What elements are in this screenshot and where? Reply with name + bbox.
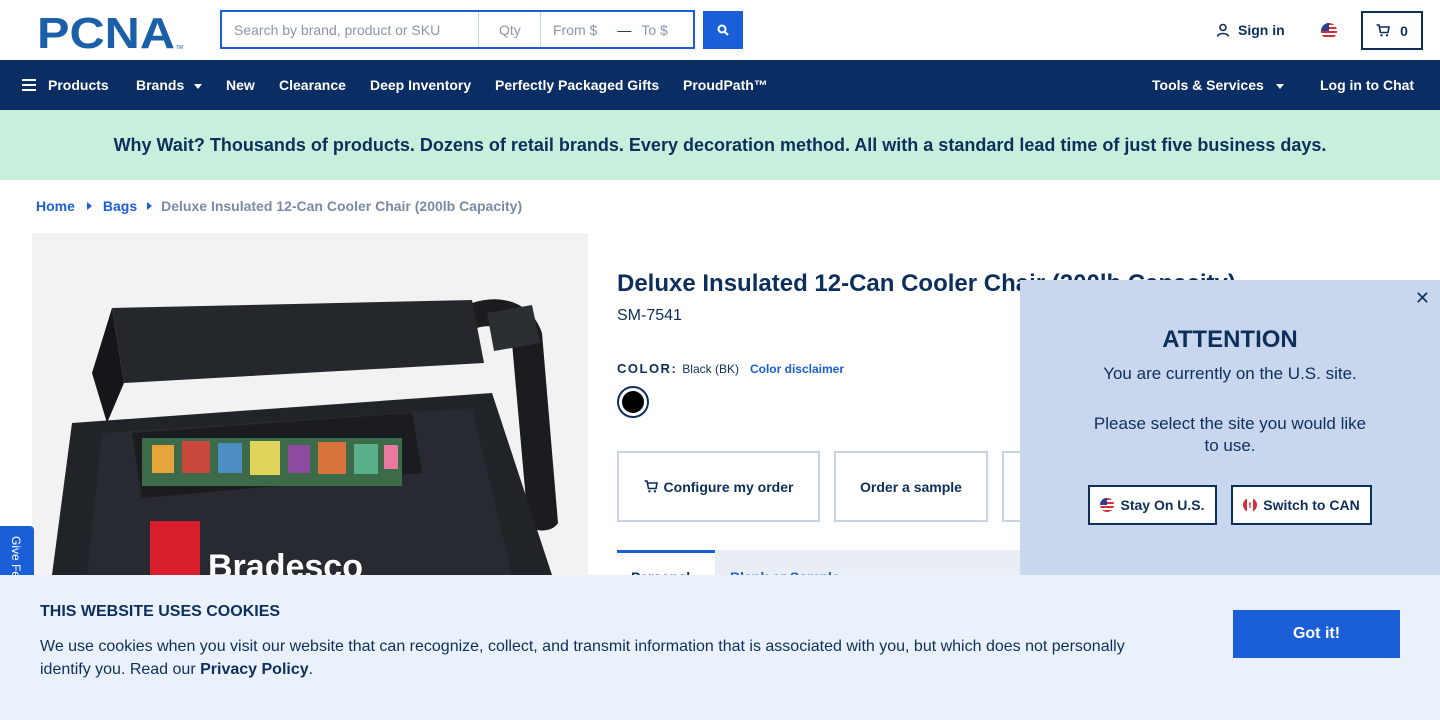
- color-label: COLOR:: [617, 361, 678, 376]
- switch-can-button[interactable]: Switch to CAN: [1231, 485, 1372, 525]
- configure-label: Configure my order: [663, 478, 794, 495]
- privacy-policy-link[interactable]: Privacy Policy: [200, 661, 309, 678]
- nav-products-label: Products: [48, 77, 109, 93]
- feedback-label: Give Feedback: [9, 536, 23, 575]
- us-flag-icon[interactable]: [1321, 23, 1337, 39]
- price-to-placeholder: To $: [641, 21, 668, 38]
- cookie-text: We use cookies when you visit our websit…: [40, 635, 1160, 681]
- nav-tools-services[interactable]: Tools & Services: [1152, 60, 1284, 110]
- promo-banner: Why Wait? Thousands of products. Dozens …: [0, 110, 1440, 180]
- cart-icon: [644, 480, 658, 493]
- product-sku: SM-7541: [617, 307, 682, 324]
- sign-in-link[interactable]: Sign in: [1216, 22, 1285, 38]
- color-disclaimer-link[interactable]: Color disclaimer: [750, 362, 844, 376]
- search-button[interactable]: [703, 11, 743, 49]
- switch-can-label: Switch to CAN: [1263, 497, 1360, 513]
- product-image[interactable]: Bradesco: [32, 233, 588, 575]
- cart-button[interactable]: 0: [1361, 11, 1423, 50]
- search-placeholder: Search by brand, product or SKU: [234, 21, 441, 38]
- popup-current-site: You are currently on the U.S. site.: [1103, 364, 1357, 383]
- nav-tools-label: Tools & Services: [1152, 77, 1264, 93]
- chevron-down-icon: [194, 83, 203, 89]
- nav-products[interactable]: Products: [22, 60, 109, 110]
- nav-new[interactable]: New: [226, 60, 255, 110]
- canada-flag-icon: [1243, 498, 1258, 512]
- popup-title: ATTENTION: [1162, 326, 1298, 353]
- photo-print: [142, 438, 402, 486]
- breadcrumb-current: Deluxe Insulated 12-Can Cooler Chair (20…: [161, 198, 523, 214]
- search-bar: Search by brand, product or SKU Qty From…: [220, 10, 695, 49]
- nav-chat-login[interactable]: Log in to Chat: [1320, 60, 1414, 110]
- color-swatch-black[interactable]: [617, 386, 649, 418]
- cookie-banner: THIS WEBSITE USES COOKIES We use cookies…: [0, 575, 1440, 720]
- price-from-placeholder: From $: [553, 21, 598, 38]
- chevron-right-icon: [147, 202, 153, 210]
- breadcrumb: Home Bags Deluxe Insulated 12-Can Cooler…: [36, 198, 522, 214]
- price-dash: —: [617, 21, 632, 38]
- popup-instruction: Please select the site you would like to…: [1093, 414, 1367, 455]
- us-flag-icon: [1100, 498, 1115, 512]
- search-input[interactable]: Search by brand, product or SKU: [222, 12, 479, 47]
- price-range-input[interactable]: From $ — To $: [541, 12, 693, 47]
- qty-input[interactable]: Qty: [479, 12, 541, 47]
- imprint-text: Bradesco: [208, 548, 363, 575]
- nav-deep-inventory[interactable]: Deep Inventory: [370, 60, 471, 110]
- cookie-period: .: [308, 661, 314, 678]
- promo-text: Why Wait? Thousands of products. Dozens …: [113, 134, 1327, 155]
- chevron-right-icon: [86, 202, 92, 210]
- cooler-chair-illustration: Bradesco: [52, 299, 558, 575]
- accept-cookies-button[interactable]: Got it!: [1233, 610, 1400, 658]
- nav-perfectly-packaged[interactable]: Perfectly Packaged Gifts: [495, 60, 659, 110]
- user-icon: [1216, 23, 1230, 37]
- tab-personal[interactable]: Personal: [617, 550, 715, 585]
- nav-clearance[interactable]: Clearance: [279, 60, 346, 110]
- swatch-fill: [622, 391, 644, 413]
- nav-proudpath[interactable]: ProudPath™: [683, 60, 768, 110]
- logo-text: PCNA: [37, 12, 175, 50]
- chevron-down-icon: [1275, 83, 1284, 89]
- cart-icon: [1376, 24, 1391, 37]
- site-selector-popup: ✕ ATTENTION You are currently on the U.S…: [1020, 280, 1440, 575]
- nav-brands[interactable]: Brands: [136, 60, 203, 110]
- pcna-logo[interactable]: PCNA TM: [37, 12, 185, 50]
- cookie-title: THIS WEBSITE USES COOKIES: [40, 603, 281, 620]
- close-icon[interactable]: ✕: [1415, 288, 1430, 309]
- menu-icon: [22, 79, 36, 91]
- cart-count: 0: [1400, 22, 1408, 39]
- color-row: COLOR: Black (BK) Color disclaimer: [617, 361, 844, 376]
- nav-brands-label: Brands: [136, 77, 185, 93]
- logo-trademark: TM: [176, 45, 183, 50]
- color-value: Black (BK): [682, 361, 739, 376]
- stay-us-button[interactable]: Stay On U.S.: [1088, 485, 1217, 525]
- main-nav: Products Brands New Clearance Deep Inven…: [0, 60, 1440, 110]
- sign-in-label: Sign in: [1238, 22, 1285, 38]
- sample-label: Order a sample: [860, 478, 962, 495]
- breadcrumb-home[interactable]: Home: [36, 198, 75, 214]
- site-header: PCNA TM Search by brand, product or SKU …: [0, 0, 1440, 60]
- configure-order-button[interactable]: Configure my order: [617, 451, 820, 522]
- qty-placeholder: Qty: [499, 21, 521, 38]
- give-feedback-tab[interactable]: Give Feedback: [0, 526, 34, 575]
- accept-label: Got it!: [1292, 625, 1341, 642]
- stay-us-label: Stay On U.S.: [1120, 497, 1205, 513]
- search-icon: [717, 24, 729, 36]
- breadcrumb-bags[interactable]: Bags: [103, 198, 137, 214]
- brand-logo-print: [150, 521, 200, 575]
- order-sample-button[interactable]: Order a sample: [834, 451, 988, 522]
